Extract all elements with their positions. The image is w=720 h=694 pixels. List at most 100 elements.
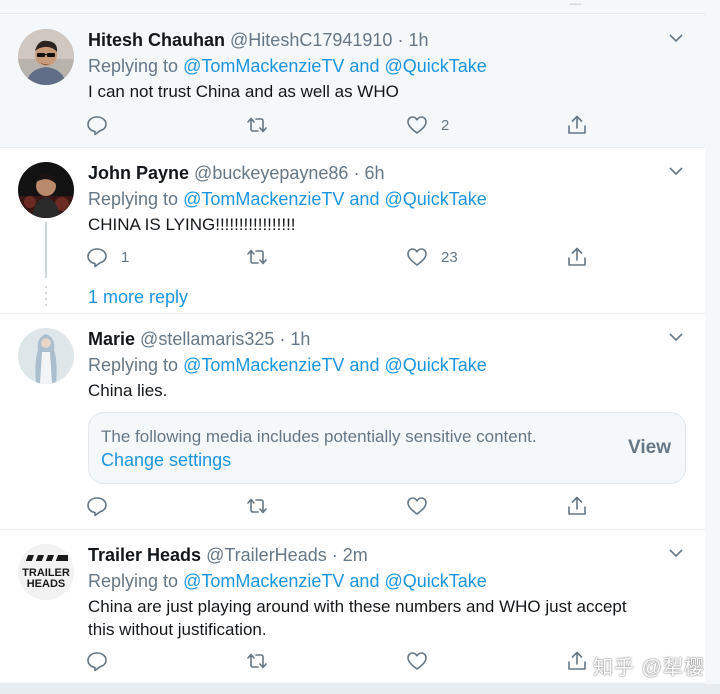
scroll-gutter	[705, 0, 720, 694]
mention-link[interactable]: @TomMackenzieTV	[183, 355, 344, 375]
mention-link[interactable]: @QuickTake	[384, 56, 486, 76]
avatar[interactable]: TRAILER HEADS	[18, 544, 74, 600]
mention-link[interactable]: @QuickTake	[384, 189, 486, 209]
mention-link[interactable]: @QuickTake	[384, 355, 486, 375]
retweet-icon	[247, 249, 267, 265]
tweet-actions: 1 23	[86, 245, 606, 269]
display-name[interactable]: John Payne	[88, 163, 189, 183]
retweet-icon	[247, 117, 267, 133]
display-name[interactable]: Hitesh Chauhan	[88, 30, 225, 50]
share-icon	[568, 496, 586, 515]
tweet-header: Trailer Heads @TrailerHeads · 2m	[88, 544, 368, 566]
replying-to: Replying to @TomMackenzieTV and @QuickTa…	[88, 55, 487, 77]
username[interactable]: @buckeyepayne86	[194, 163, 348, 183]
like-icon	[407, 497, 427, 515]
separator: ·	[279, 329, 286, 349]
like-count: 2	[441, 116, 450, 134]
like-icon	[407, 652, 427, 670]
chevron-down-icon[interactable]	[669, 546, 683, 560]
mention-join[interactable]: and	[349, 355, 379, 375]
mention-link[interactable]: @TomMackenzieTV	[183, 56, 344, 76]
reply-icon	[87, 116, 107, 136]
tweet-header: John Payne @buckeyepayne86 · 6h	[88, 162, 385, 184]
sensitive-media-warning: The following media includes potentially…	[88, 412, 686, 484]
retweet-button[interactable]	[246, 113, 281, 137]
share-button[interactable]	[566, 494, 588, 518]
change-settings-link[interactable]: Change settings	[101, 450, 231, 471]
chevron-down-icon[interactable]	[669, 330, 683, 344]
like-button[interactable]: 2	[406, 113, 449, 137]
tweet-text: CHINA IS LYING!!!!!!!!!!!!!!!!!	[88, 215, 296, 234]
username[interactable]: @HiteshC17941910	[230, 30, 392, 50]
mention-join[interactable]: and	[349, 189, 379, 209]
username[interactable]: @stellamaris325	[140, 329, 274, 349]
avatar[interactable]	[18, 162, 74, 218]
tweet[interactable]: John Payne @buckeyepayne86 · 6h Replying…	[0, 148, 705, 314]
timeline: — Hitesh Chauhan @HiteshC17941910 · 1h R…	[0, 0, 705, 694]
reply-icon	[87, 248, 107, 268]
separator: ·	[353, 163, 360, 183]
tweet[interactable]: Marie @stellamaris325 · 1h Replying to @…	[0, 314, 705, 530]
tweet-text: I can not trust China and as well as WHO	[88, 82, 399, 101]
share-button[interactable]	[566, 245, 588, 269]
replying-to-label: Replying to	[88, 56, 179, 76]
more-replies-link[interactable]: 1 more reply	[88, 287, 188, 308]
tweet[interactable]: Hitesh Chauhan @HiteshC17941910 · 1h Rep…	[0, 15, 705, 148]
retweet-button[interactable]	[246, 649, 281, 673]
avatar[interactable]	[18, 328, 74, 384]
mention-link[interactable]: @TomMackenzieTV	[183, 189, 344, 209]
timestamp[interactable]: 1h	[408, 30, 428, 50]
share-icon	[568, 247, 586, 266]
like-icon	[407, 248, 427, 266]
share-icon-partial: —	[570, 0, 581, 10]
mention-link[interactable]: @TomMackenzieTV	[183, 571, 344, 591]
reply-icon	[87, 652, 107, 672]
reply-button[interactable]: 1	[86, 245, 129, 269]
retweet-button[interactable]	[246, 245, 281, 269]
share-button[interactable]	[566, 113, 588, 137]
timestamp[interactable]: 2m	[343, 545, 368, 565]
like-button[interactable]	[406, 649, 441, 673]
trailer-logo-line2: HEADS	[27, 578, 66, 590]
bottom-band	[0, 684, 720, 694]
retweet-icon	[247, 653, 267, 669]
mention-link[interactable]: @QuickTake	[384, 571, 486, 591]
mention-join[interactable]: and	[349, 571, 379, 591]
reply-count: 1	[121, 248, 130, 266]
like-button[interactable]: 23	[406, 245, 458, 269]
username[interactable]: @TrailerHeads	[206, 545, 327, 565]
like-icon	[407, 116, 427, 134]
previous-tweet-edge: —	[0, 0, 705, 14]
share-icon	[568, 115, 586, 134]
sensitive-message: The following media includes potentially…	[101, 427, 537, 446]
tweet-actions: 2	[86, 113, 606, 137]
tweet-header: Hitesh Chauhan @HiteshC17941910 · 1h	[88, 29, 428, 51]
display-name[interactable]: Marie	[88, 329, 135, 349]
like-button[interactable]	[406, 494, 441, 518]
tweet-text: China are just playing around with these…	[88, 597, 627, 639]
retweet-button[interactable]	[246, 494, 281, 518]
chevron-down-icon[interactable]	[669, 31, 683, 45]
tweet-text: China lies.	[88, 381, 168, 400]
avatar[interactable]	[18, 29, 74, 85]
tweet-header: Marie @stellamaris325 · 1h	[88, 328, 310, 350]
watermark: 知乎 @犁樱	[593, 657, 705, 679]
timestamp[interactable]: 1h	[290, 329, 310, 349]
reply-button[interactable]	[86, 494, 121, 518]
replying-to-label: Replying to	[88, 355, 179, 375]
replying-to-label: Replying to	[88, 189, 179, 209]
mention-join[interactable]: and	[349, 56, 379, 76]
reply-button[interactable]	[86, 113, 121, 137]
reply-button[interactable]	[86, 649, 121, 673]
thread-line	[45, 222, 47, 278]
chevron-down-icon[interactable]	[669, 164, 683, 178]
share-icon	[568, 651, 586, 670]
display-name[interactable]: Trailer Heads	[88, 545, 201, 565]
thread-dots	[45, 286, 47, 310]
view-button[interactable]: View	[628, 437, 671, 459]
retweet-icon	[247, 498, 267, 514]
replying-to-label: Replying to	[88, 571, 179, 591]
timestamp[interactable]: 6h	[364, 163, 384, 183]
share-button[interactable]	[566, 649, 588, 673]
reply-icon	[87, 497, 107, 517]
